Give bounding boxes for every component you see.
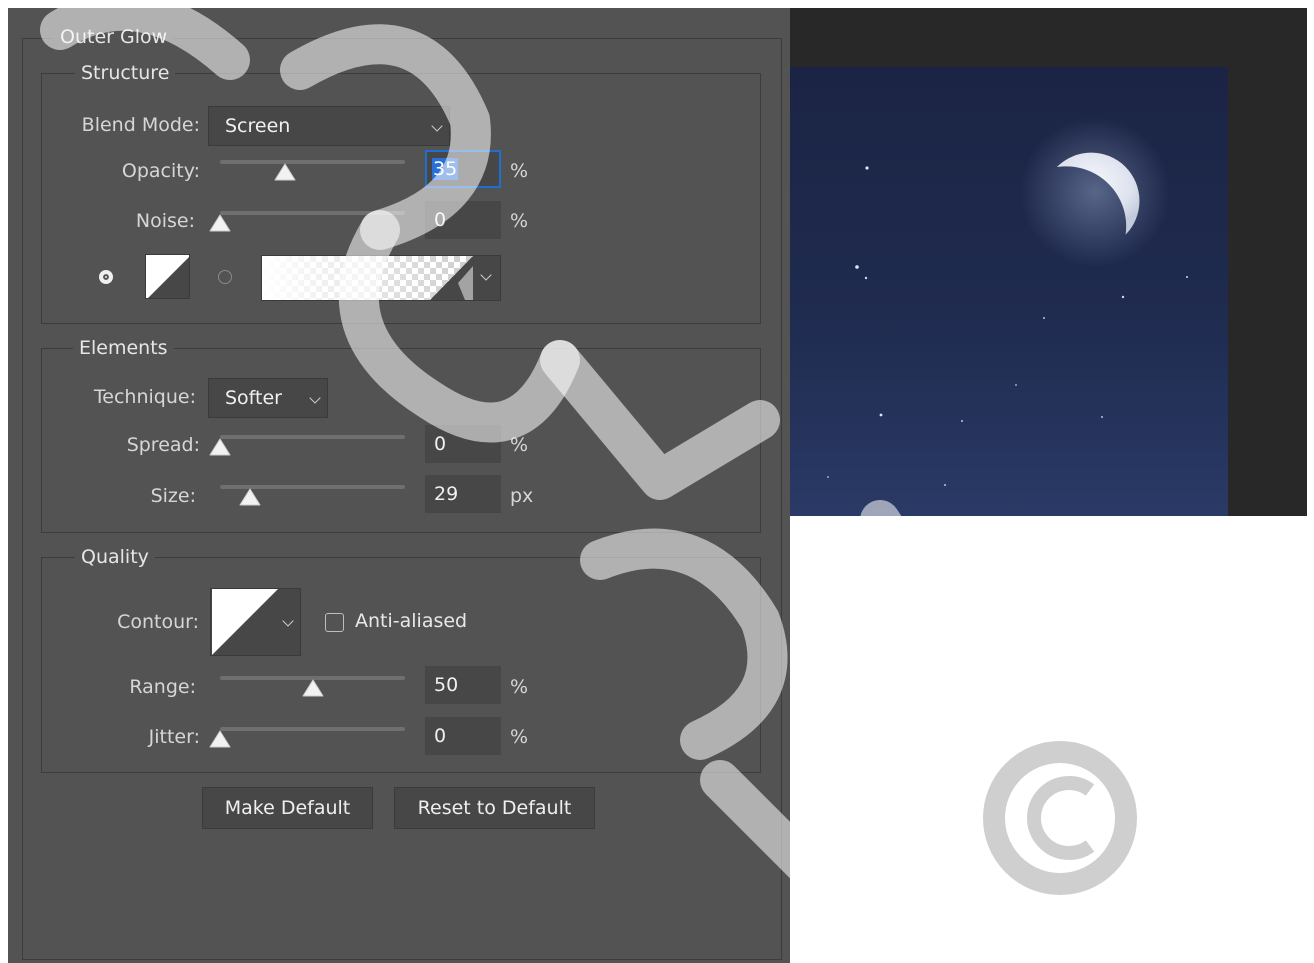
radio-selected-icon[interactable] <box>99 270 113 284</box>
chevron-down-icon <box>282 615 294 627</box>
spread-unit: % <box>510 434 529 456</box>
technique-value: Softer <box>225 387 282 409</box>
noise-input[interactable]: 0 <box>425 201 501 239</box>
jitter-unit: % <box>510 726 529 748</box>
triangle-slider-thumb-icon <box>209 730 231 748</box>
opacity-unit: % <box>510 160 529 182</box>
chevron-down-icon <box>431 120 443 132</box>
triangle-slider-thumb-icon <box>302 679 323 697</box>
chevron-down-icon <box>309 392 321 404</box>
size-input[interactable]: 29 <box>425 475 501 513</box>
outer-glow-title: Outer Glow <box>54 26 174 48</box>
reset-to-default-button[interactable]: Reset to Default <box>394 787 595 829</box>
night-sky-moon-image <box>790 67 1228 516</box>
quality-title: Quality <box>75 546 155 568</box>
gradient-picker[interactable] <box>261 255 501 301</box>
range-input[interactable]: 50 <box>425 666 501 704</box>
moon-scene-illustration <box>827 117 1188 486</box>
spread-slider-track[interactable] <box>220 435 405 439</box>
range-input-value: 50 <box>434 674 459 696</box>
layer-style-panel: Outer Glow Structure Blend Mode: Screen … <box>8 8 790 963</box>
noise-slider-track[interactable] <box>220 211 405 215</box>
size-input-value: 29 <box>434 483 459 505</box>
spread-input-value: 0 <box>434 433 447 455</box>
contour-label: Contour: <box>117 611 199 633</box>
opacity-input-value: 35 <box>432 158 459 180</box>
triangle-slider-thumb-icon <box>274 163 296 181</box>
blend-mode-dropdown[interactable]: Screen <box>208 106 450 146</box>
noise-unit: % <box>510 210 529 232</box>
opacity-label: Opacity: <box>121 160 200 182</box>
jitter-slider-track[interactable] <box>220 727 405 731</box>
jitter-label: Jitter: <box>148 726 200 748</box>
opacity-slider-track[interactable] <box>220 160 405 164</box>
range-label: Range: <box>129 676 196 698</box>
chevron-down-icon <box>480 269 492 281</box>
size-unit: px <box>510 485 534 507</box>
triangle-slider-thumb-icon <box>209 438 231 456</box>
blend-mode-label: Blend Mode: <box>81 114 200 136</box>
jitter-input[interactable]: 0 <box>425 717 501 755</box>
contour-picker[interactable] <box>210 588 301 656</box>
make-default-button[interactable]: Make Default <box>202 787 373 829</box>
elements-title: Elements <box>73 337 174 359</box>
opacity-input[interactable]: 35 <box>425 150 501 188</box>
radio-unselected-icon[interactable] <box>218 270 232 284</box>
blend-mode-value: Screen <box>225 115 291 137</box>
color-swatch-icon <box>146 255 189 298</box>
triangle-slider-thumb-icon <box>239 488 261 506</box>
technique-label: Technique: <box>93 386 196 408</box>
jitter-input-value: 0 <box>434 725 447 747</box>
noise-label: Noise: <box>135 210 195 232</box>
anti-aliased-checkbox[interactable] <box>325 613 344 632</box>
technique-dropdown[interactable]: Softer <box>208 378 328 418</box>
glow-color-swatch[interactable] <box>145 254 190 299</box>
structure-title: Structure <box>75 62 176 84</box>
noise-input-value: 0 <box>434 209 447 231</box>
gradient-preview-icon <box>262 256 473 300</box>
anti-aliased-label[interactable]: Anti-aliased <box>355 610 467 632</box>
spread-input[interactable]: 0 <box>425 425 501 463</box>
spread-label: Spread: <box>126 434 200 456</box>
range-unit: % <box>510 676 529 698</box>
size-label: Size: <box>150 485 196 507</box>
triangle-slider-thumb-icon <box>209 214 231 232</box>
linear-contour-icon <box>212 589 278 655</box>
